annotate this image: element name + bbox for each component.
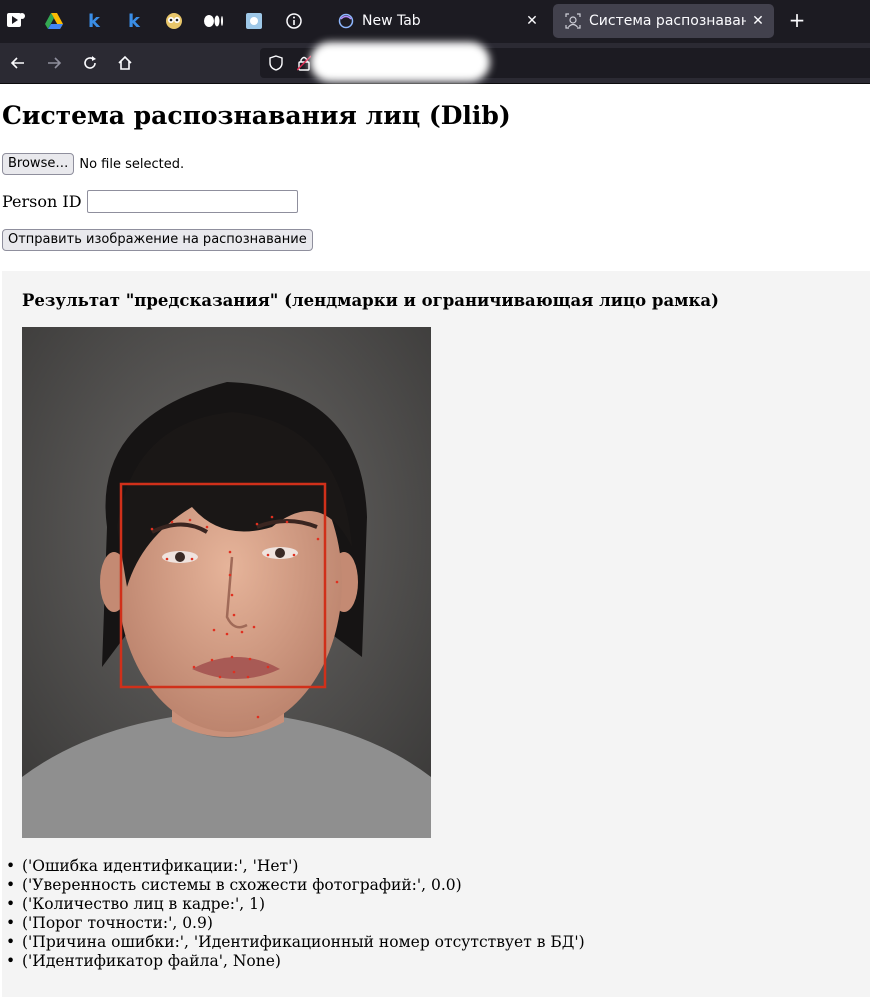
firefox-icon — [338, 13, 354, 29]
video-app-icon[interactable] — [4, 9, 28, 33]
list-item: • ('Причина ошибки:', 'Идентификационный … — [6, 933, 585, 951]
nav-bar — [0, 42, 870, 84]
info-icon[interactable] — [282, 9, 306, 33]
person-id-label: Person ID — [2, 192, 82, 211]
tab-label: Система распознавания — [589, 13, 746, 29]
tab-face-recognition[interactable]: Система распознавания ✕ — [553, 4, 774, 38]
owl-icon[interactable] — [162, 9, 186, 33]
page-title: Система распознавания лиц (Dlib) — [2, 101, 511, 130]
home-icon[interactable] — [113, 51, 137, 75]
tab-label: New Tab — [362, 13, 421, 29]
redacted-url — [310, 42, 490, 82]
file-input: Browse… No file selected. — [2, 153, 184, 175]
back-icon[interactable] — [6, 51, 30, 75]
no-file-text: No file selected. — [79, 156, 185, 172]
result-item-text: ('Порог точности:', 0.9) — [22, 914, 213, 932]
url-bar[interactable] — [260, 42, 870, 82]
list-item: • ('Идентификатор файла', None) — [6, 952, 281, 970]
result-item-text: ('Уверенность системы в схожести фотогра… — [22, 876, 462, 894]
page-content: Система распознавания лиц (Dlib) Browse…… — [0, 84, 870, 997]
list-item: • ('Количество лиц в кадре:', 1) — [6, 895, 266, 913]
google-drive-icon[interactable] — [42, 9, 66, 33]
browse-button[interactable]: Browse… — [2, 153, 75, 175]
result-panel: Результат "предсказания" (лендмарки и ог… — [2, 271, 870, 997]
result-heading: Результат "предсказания" (лендмарки и ог… — [22, 291, 719, 310]
k-icon[interactable]: k — [122, 9, 146, 33]
person-id-row: Person ID — [2, 190, 298, 213]
face-photo — [22, 327, 431, 838]
result-list: • ('Ошибка идентификации:', 'Нет') • ('Уве… — [2, 857, 585, 971]
person-id-field[interactable] — [86, 190, 298, 213]
tab-bar: k k New Tab ✕ Система распознавания ✕ + — [0, 0, 870, 43]
reload-icon[interactable] — [78, 51, 102, 75]
list-item: • ('Ошибка идентификации:', 'Нет') — [6, 857, 299, 875]
k-icon[interactable]: k — [82, 9, 106, 33]
medium-icon[interactable] — [202, 9, 226, 33]
result-item-text: ('Идентификатор файла', None) — [22, 952, 281, 970]
face-recognition-icon — [565, 13, 581, 29]
result-item-text: ('Причина ошибки:', 'Идентификационный н… — [22, 933, 585, 951]
result-item-text: ('Количество лиц в кадре:', 1) — [22, 895, 266, 913]
submit-button[interactable]: Отправить изображение на распознавание — [2, 229, 313, 251]
shield-icon[interactable] — [264, 51, 288, 75]
close-icon[interactable]: ✕ — [746, 13, 770, 29]
close-icon[interactable]: ✕ — [520, 13, 544, 29]
tab-new-tab[interactable]: New Tab ✕ — [326, 4, 548, 38]
list-item: • ('Порог точности:', 0.9) — [6, 914, 213, 932]
forward-icon[interactable] — [42, 51, 66, 75]
result-item-text: ('Ошибка идентификации:', 'Нет') — [22, 857, 299, 875]
new-tab-button[interactable]: + — [785, 9, 809, 33]
image-app-icon[interactable] — [242, 9, 266, 33]
list-item: • ('Уверенность системы в схожести фотогр… — [6, 876, 462, 894]
